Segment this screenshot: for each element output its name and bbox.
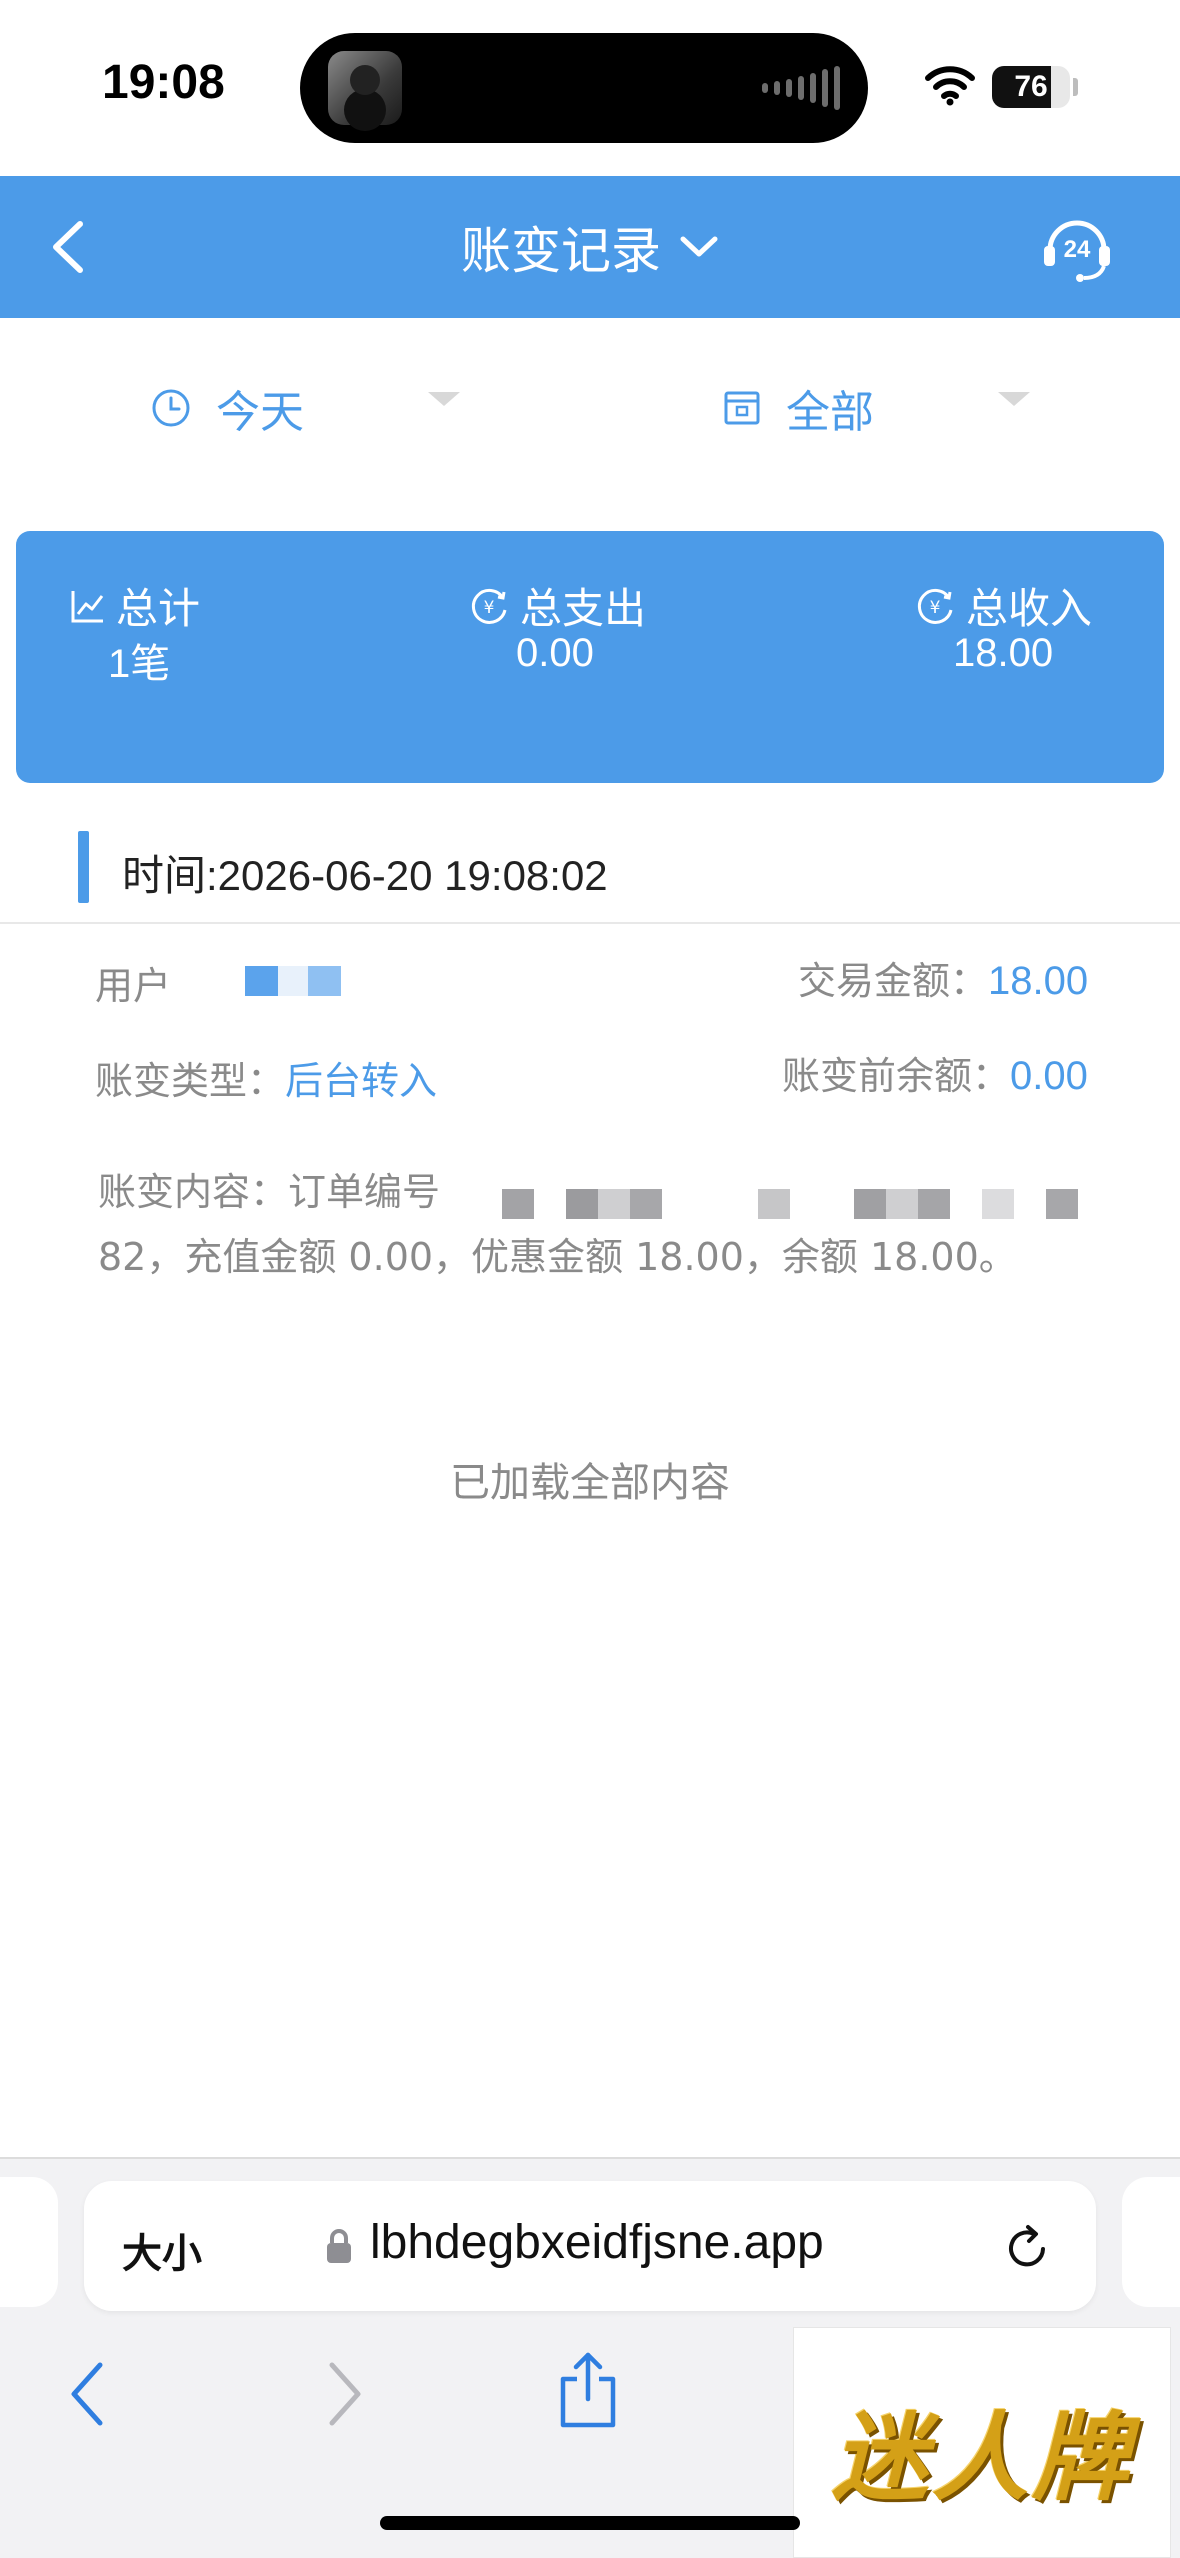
battery-tip (1073, 78, 1078, 96)
headset-24-icon[interactable]: 24 (1040, 210, 1114, 284)
wifi-icon (925, 66, 975, 106)
summary-total-value: 1笔 (108, 642, 171, 686)
type-value: 后台转入 (285, 1059, 438, 1103)
summary-expense: ¥ 总支出 (470, 575, 646, 636)
summary-expense-value: 0.00 (516, 631, 594, 675)
summary-total-label: 总计 (116, 584, 201, 633)
amount-label: 交易金额： (798, 959, 989, 1003)
summary-income-label: 总收入 (966, 584, 1093, 633)
watermark-logo: 迷人牌 (793, 2327, 1171, 2558)
type-filter-caret-icon (998, 392, 1030, 406)
back-arrow-icon[interactable] (66, 2359, 110, 2429)
line-chart-icon (71, 590, 104, 622)
user-label: 用户 (95, 964, 172, 1008)
lock-icon (327, 2229, 351, 2263)
address-bar[interactable]: 大小 lbhdegbxeidfjsne.app (84, 2181, 1096, 2311)
page-title: 账变记录 (461, 222, 661, 280)
summary-income: ¥ 总收入 (916, 575, 1092, 636)
summary-card: 总计 1笔 ¥ 总支出 0.00 ¥ 总收入 18.00 (16, 531, 1164, 783)
yen-cycle-icon: ¥ (917, 588, 953, 624)
app-header: 账变记录 24 (0, 176, 1180, 318)
text-size-button[interactable]: 大小 (122, 2221, 202, 2279)
watermark-text: 迷人牌 (832, 2401, 1132, 2514)
svg-text:¥: ¥ (930, 598, 941, 618)
audio-waveform-icon (762, 65, 840, 111)
battery-percentage: 76 (1014, 70, 1048, 103)
type-filter-label: 全部 (786, 387, 874, 438)
balance-before-label: 账变前余额： (782, 1054, 1011, 1098)
list-end-text: 已加载全部内容 (450, 1460, 730, 1506)
redacted-order-number (502, 1189, 1078, 1219)
summary-expense-label: 总支出 (520, 584, 647, 633)
url-text: lbhdegbxeidfjsne.app (370, 2216, 824, 2269)
dynamic-island (300, 33, 868, 143)
content-rest: 82，充值金额 0.00，优惠金额 18.00，余额 18.00。 (98, 1235, 1017, 1279)
type-row: 账变类型：后台转入 (95, 1050, 437, 1105)
next-tab-peek[interactable] (1122, 2177, 1180, 2307)
calendar-icon (724, 391, 760, 425)
clock-icon (152, 389, 190, 427)
type-label: 账变类型： (95, 1059, 286, 1103)
content-prefix: 账变内容：订单编号 (98, 1170, 441, 1214)
yen-cycle-icon: ¥ (471, 588, 507, 624)
amount-value: 18.00 (988, 959, 1089, 1003)
redacted-username (245, 966, 341, 996)
type-filter[interactable]: 全部 (722, 378, 874, 438)
date-filter-caret-icon (428, 392, 460, 406)
record-time: 时间:2026-06-20 19:08:02 (122, 852, 608, 899)
record-content: 账变内容：订单编号 82，充值金额 0.00，优惠金额 18.00，余额 18.… (98, 1160, 1078, 1290)
balance-before-value: 0.00 (1010, 1054, 1088, 1098)
support-label: 24 (1064, 236, 1091, 263)
summary-total: 总计 (70, 575, 200, 636)
chevron-down-icon (680, 236, 718, 257)
status-bar: 19:08 76 (0, 0, 1180, 176)
divider (0, 922, 1180, 924)
share-icon[interactable] (555, 2349, 621, 2431)
reload-icon[interactable] (1002, 2219, 1054, 2275)
filter-bar: 今天 全部 (0, 318, 1180, 490)
date-filter[interactable]: 今天 (150, 378, 304, 438)
summary-income-value: 18.00 (953, 631, 1054, 675)
avatar (328, 51, 402, 125)
previous-tab-peek[interactable] (0, 2177, 58, 2307)
home-indicator (380, 2516, 800, 2530)
forward-arrow-icon[interactable] (322, 2359, 366, 2429)
amount-row: 交易金额：18.00 (798, 950, 1088, 1005)
battery-indicator: 76 (992, 66, 1070, 108)
record-accent-bar (78, 831, 89, 903)
status-time: 19:08 (102, 56, 225, 109)
date-filter-label: 今天 (216, 387, 304, 438)
svg-text:¥: ¥ (484, 598, 495, 618)
balance-before-row: 账变前余额：0.00 (782, 1045, 1088, 1100)
title-dropdown[interactable]: 账变记录 (0, 176, 1180, 318)
